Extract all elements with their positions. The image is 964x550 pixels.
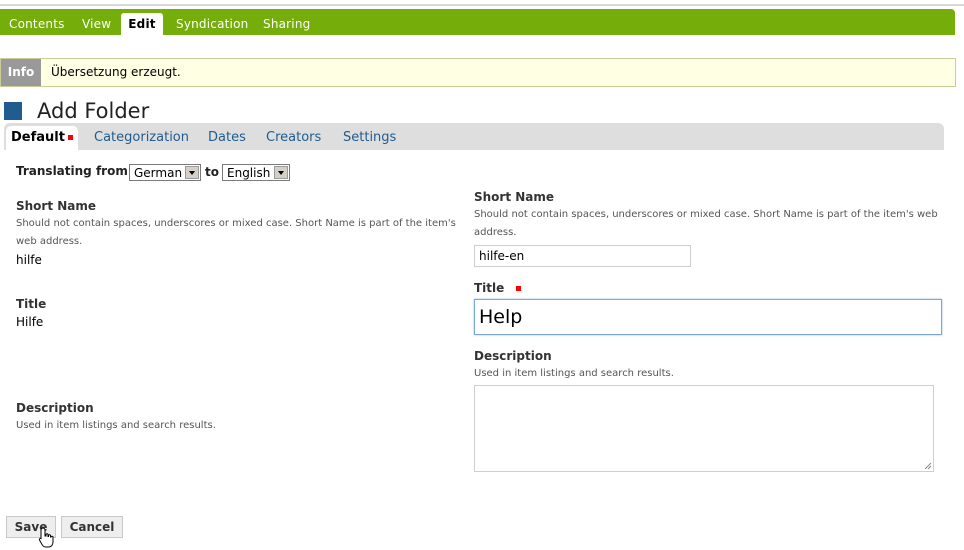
tab-settings[interactable]: Settings xyxy=(343,126,396,150)
message-type-label: Info xyxy=(1,59,41,86)
tab-contents[interactable]: Contents xyxy=(9,13,65,35)
resize-grip-icon[interactable] xyxy=(924,462,932,470)
tab-view[interactable]: View xyxy=(82,13,111,35)
source-title-value: Hilfe xyxy=(16,315,44,329)
dropdown-arrow-icon xyxy=(274,166,288,179)
target-language-select[interactable]: English xyxy=(222,164,290,181)
message-text: Übersetzung erzeugt. xyxy=(51,65,181,79)
target-language-value: English xyxy=(227,166,271,180)
tab-syndication[interactable]: Syndication xyxy=(176,13,248,35)
required-marker xyxy=(516,286,522,291)
tab-edit[interactable]: Edit xyxy=(121,13,163,35)
description-field xyxy=(474,385,934,472)
source-language-value: German xyxy=(134,166,183,180)
content-views-bar: Contents View Edit Syndication Sharing xyxy=(0,9,955,35)
dropdown-arrow-icon xyxy=(185,166,199,179)
description-label: Description xyxy=(474,349,552,363)
source-description-label: Description xyxy=(16,401,94,415)
top-rule xyxy=(0,4,964,6)
required-marker xyxy=(67,135,73,140)
source-description-help: Used in item listings and search results… xyxy=(16,420,216,431)
translating-from-label: Translating from xyxy=(16,164,128,178)
portal-message: Info Übersetzung erzeugt. xyxy=(0,58,956,87)
short-name-label: Short Name xyxy=(474,190,555,204)
page-title: Add Folder xyxy=(37,99,150,123)
cancel-button[interactable]: Cancel xyxy=(61,516,123,538)
source-short-name-value: hilfe xyxy=(16,253,42,267)
tab-default-label: Default xyxy=(11,130,65,145)
tab-dates[interactable]: Dates xyxy=(208,126,246,150)
source-short-name-label: Short Name xyxy=(16,199,97,213)
source-title-label: Title xyxy=(16,297,47,311)
fieldset-tabs: Default Categorization Dates Creators Se… xyxy=(4,123,944,150)
tab-sharing[interactable]: Sharing xyxy=(263,13,310,35)
source-short-name-help: Should not contain spaces, underscores o… xyxy=(16,218,456,247)
tab-creators[interactable]: Creators xyxy=(266,126,321,150)
tab-default[interactable]: Default xyxy=(6,126,78,150)
tab-categorization[interactable]: Categorization xyxy=(94,126,189,150)
short-name-help: Should not contain spaces, underscores o… xyxy=(474,209,938,238)
hand-pointer-cursor-icon xyxy=(38,527,54,548)
folder-icon xyxy=(4,102,22,120)
source-language-select[interactable]: German xyxy=(129,164,201,181)
title-label-text: Title xyxy=(474,281,505,295)
description-help: Used in item listings and search results… xyxy=(474,368,674,379)
description-textarea[interactable] xyxy=(474,385,934,472)
title-input[interactable] xyxy=(474,299,942,335)
short-name-input[interactable] xyxy=(474,245,691,267)
title-label: Title xyxy=(474,281,522,295)
to-label: to xyxy=(205,165,219,179)
